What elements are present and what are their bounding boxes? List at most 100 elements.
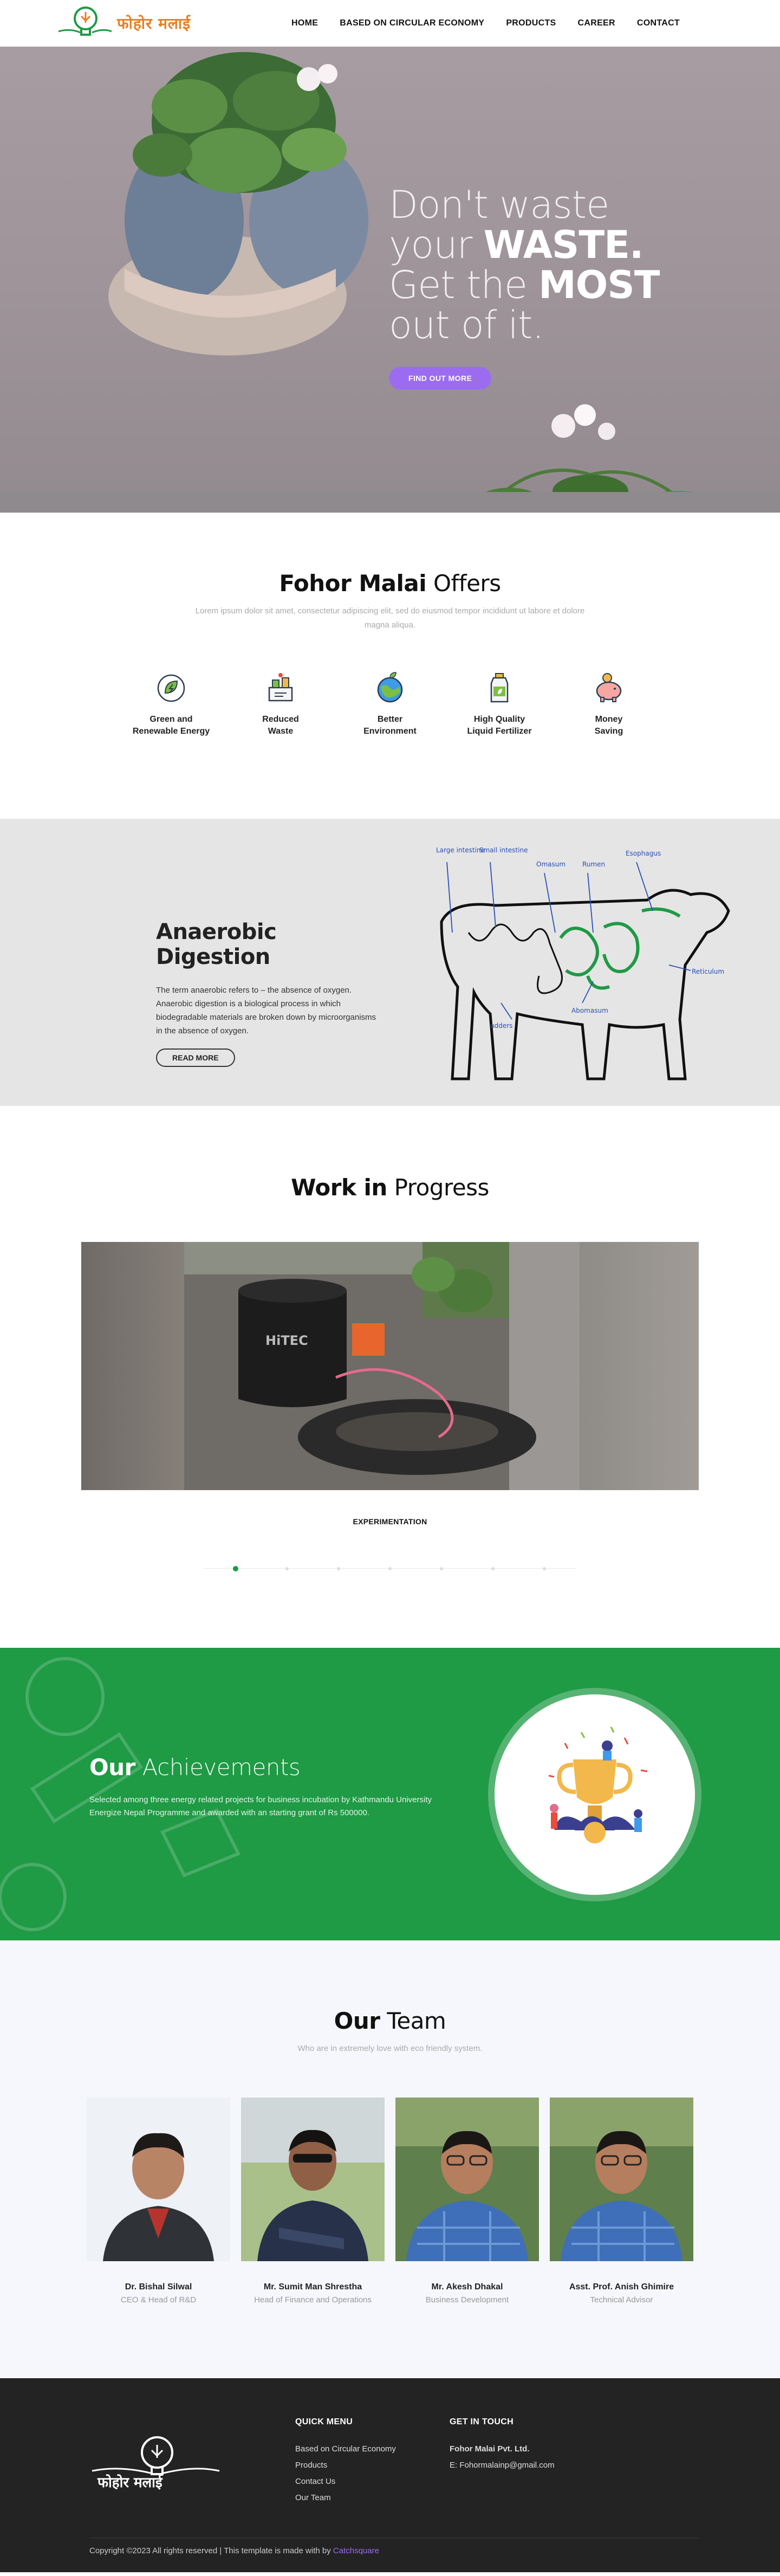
diagram-label: Rumen	[582, 860, 605, 868]
piggy-bank-icon	[596, 673, 622, 702]
bulb-logo-icon	[58, 7, 112, 36]
hero-line-2: your WASTE.	[389, 223, 644, 267]
carousel-dot[interactable]	[440, 1567, 443, 1570]
team-member-card: Asst. Prof. Anish Ghimire Technical Advi…	[550, 2098, 693, 2305]
work-in-progress-section: Work in Progress HiTEC EXPERIMENTATION	[0, 1106, 780, 1648]
carousel-dot[interactable]	[388, 1567, 392, 1570]
member-name: Dr. Bishal Silwal	[125, 2282, 192, 2292]
offers-section: Fohor Malai Offers Lorem ipsum dolor sit…	[0, 513, 780, 819]
member-photo	[550, 2098, 693, 2261]
footer-link-contact[interactable]: Contact Us	[295, 2474, 396, 2490]
carousel-dot[interactable]	[337, 1567, 340, 1570]
diagram-label: Abomasum	[571, 1007, 608, 1014]
contact-email[interactable]: E: Fohormalainp@gmail.com	[450, 2457, 555, 2474]
carousel-next-slide[interactable]	[563, 1242, 699, 1490]
member-photo	[87, 2098, 230, 2261]
diagram-label: udders	[490, 1022, 512, 1030]
nav-circular-economy[interactable]: BASED ON CIRCULAR ECONOMY	[340, 18, 484, 28]
offer-green-energy: Green and Renewable Energy	[125, 670, 218, 737]
read-more-button[interactable]: READ MORE	[156, 1048, 235, 1067]
wip-title: Work in Progress	[291, 1174, 489, 1201]
trophy-icon	[548, 1726, 648, 1843]
offer-label-line1: Better	[377, 715, 403, 724]
potted-plant-image	[108, 52, 368, 355]
hero-line-4: out of it.	[389, 303, 544, 347]
team-list: Dr. Bishal Silwal CEO & Head of R&D Mr. …	[87, 2098, 693, 2305]
nav-career[interactable]: CAREER	[578, 18, 615, 28]
cow-digestive-diagram: Large intestine Small intestine Omasum R…	[436, 846, 730, 1080]
offer-better-environment: Better Environment	[343, 670, 437, 737]
offers-list: Green and Renewable Energy Reduced Waste B…	[0, 670, 780, 737]
diagram-label: Omasum	[536, 860, 566, 868]
offer-label-line1: Green and	[150, 715, 193, 724]
offer-label-line1: Money	[595, 715, 623, 724]
footer-link-team[interactable]: Our Team	[295, 2490, 396, 2506]
biogas-experiment-photo: HiTEC	[184, 1242, 580, 1490]
carousel-pagination	[0, 1566, 780, 1571]
member-role: Business Development	[425, 2295, 509, 2305]
member-name: Mr. Sumit Man Shrestha	[263, 2282, 362, 2292]
footer-link-circular-economy[interactable]: Based on Circular Economy	[295, 2441, 396, 2457]
anaerobic-body: The term anaerobic refers to – the absen…	[156, 986, 376, 1035]
nav-products[interactable]: PRODUCTS	[506, 18, 556, 28]
find-out-more-button[interactable]: FIND OUT MORE	[389, 367, 492, 390]
photo-carousel[interactable]: HiTEC	[81, 1242, 699, 1490]
member-name: Mr. Akesh Dhakal	[431, 2282, 503, 2292]
copyright: Copyright ©2023 All rights reserved | Th…	[89, 2546, 379, 2555]
hero-line-3: Get the MOST	[389, 263, 660, 307]
main-menu: HOME BASED ON CIRCULAR ECONOMY PRODUCTS …	[291, 18, 680, 28]
carousel-dot[interactable]	[233, 1566, 238, 1571]
member-role: Head of Finance and Operations	[254, 2295, 372, 2305]
company-name: Fohor Malai Pvt. Ltd.	[450, 2444, 530, 2454]
offers-title: Fohor Malai Offers	[279, 570, 501, 597]
footer-logo[interactable]: फोहोर मलाई	[87, 2431, 222, 2490]
diagram-label: Small intestine	[479, 846, 528, 854]
hero-headline: Don't waste your WASTE. Get the MOST out…	[389, 183, 660, 390]
offer-label-line1: High Quality	[473, 715, 525, 724]
hero-bottom-strip	[0, 492, 780, 513]
team-section: Our Team Who are in extremely love with …	[0, 1940, 780, 2378]
member-photo	[395, 2098, 539, 2261]
brand-logo[interactable]: फोहोर मलाई	[54, 4, 191, 42]
trophy-illustration	[495, 1694, 695, 1895]
quick-menu: QUICK MENU Based on Circular Economy Pro…	[295, 2417, 396, 2506]
offer-label-line2: Saving	[594, 727, 623, 736]
carousel-dot[interactable]	[491, 1567, 495, 1570]
offers-description: Lorem ipsum dolor sit amet, consectetur …	[195, 606, 585, 630]
achievements-body: Selected among three energy related proj…	[89, 1795, 432, 1817]
offer-label-line2: Renewable Energy	[132, 727, 210, 736]
member-role: Technical Advisor	[590, 2295, 653, 2305]
carousel-caption: EXPERIMENTATION	[353, 1517, 427, 1526]
quick-menu-title: QUICK MENU	[295, 2417, 353, 2426]
anaerobic-section: Anaerobic Digestion The term anaerobic r…	[0, 819, 780, 1106]
contact-title: GET IN TOUCH	[450, 2417, 514, 2426]
offer-money-saving: Money Saving	[562, 670, 655, 737]
member-photo	[241, 2098, 385, 2261]
hero-line-1: Don't waste	[389, 183, 609, 227]
credit-link[interactable]: Catchsquare	[333, 2546, 379, 2555]
team-member-card: Mr. Sumit Man Shrestha Head of Finance a…	[241, 2098, 385, 2305]
site-footer: फोहोर मलाई QUICK MENU Based on Circular …	[0, 2378, 780, 2572]
footer-link-products[interactable]: Products	[295, 2457, 396, 2474]
contact-info: GET IN TOUCH Fohor Malai Pvt. Ltd. E: Fo…	[450, 2417, 555, 2474]
tank-label: HiTEC	[265, 1333, 308, 1348]
achievements-section: Our Achievements Selected among three en…	[0, 1648, 780, 1940]
nav-contact[interactable]: CONTACT	[637, 18, 680, 28]
offer-label-line1: Reduced	[262, 715, 299, 724]
offer-label-line2: Environment	[363, 727, 417, 736]
team-member-card: Dr. Bishal Silwal CEO & Head of R&D	[87, 2098, 230, 2305]
achievements-title: Our Achievements	[89, 1754, 301, 1781]
anaerobic-title: Anaerobic Digestion	[156, 920, 277, 969]
offer-liquid-fertilizer: High Quality Liquid Fertilizer	[453, 670, 546, 737]
brand-name: फोहोर मलाई	[117, 15, 191, 33]
fertilizer-bottle-icon	[490, 673, 509, 703]
team-title: Our Team	[334, 2008, 446, 2034]
anaerobic-content: Anaerobic Digestion The term anaerobic r…	[156, 920, 384, 1067]
diagram-label: Reticulum	[692, 968, 724, 975]
team-subtitle: Who are in extremely love with eco frien…	[297, 2044, 483, 2053]
carousel-dot[interactable]	[543, 1567, 546, 1570]
carousel-dot[interactable]	[285, 1567, 289, 1570]
nav-home[interactable]: HOME	[291, 18, 318, 28]
achievements-content: Our Achievements Selected among three en…	[89, 1754, 436, 1820]
team-member-card: Mr. Akesh Dhakal Business Development	[395, 2098, 539, 2305]
